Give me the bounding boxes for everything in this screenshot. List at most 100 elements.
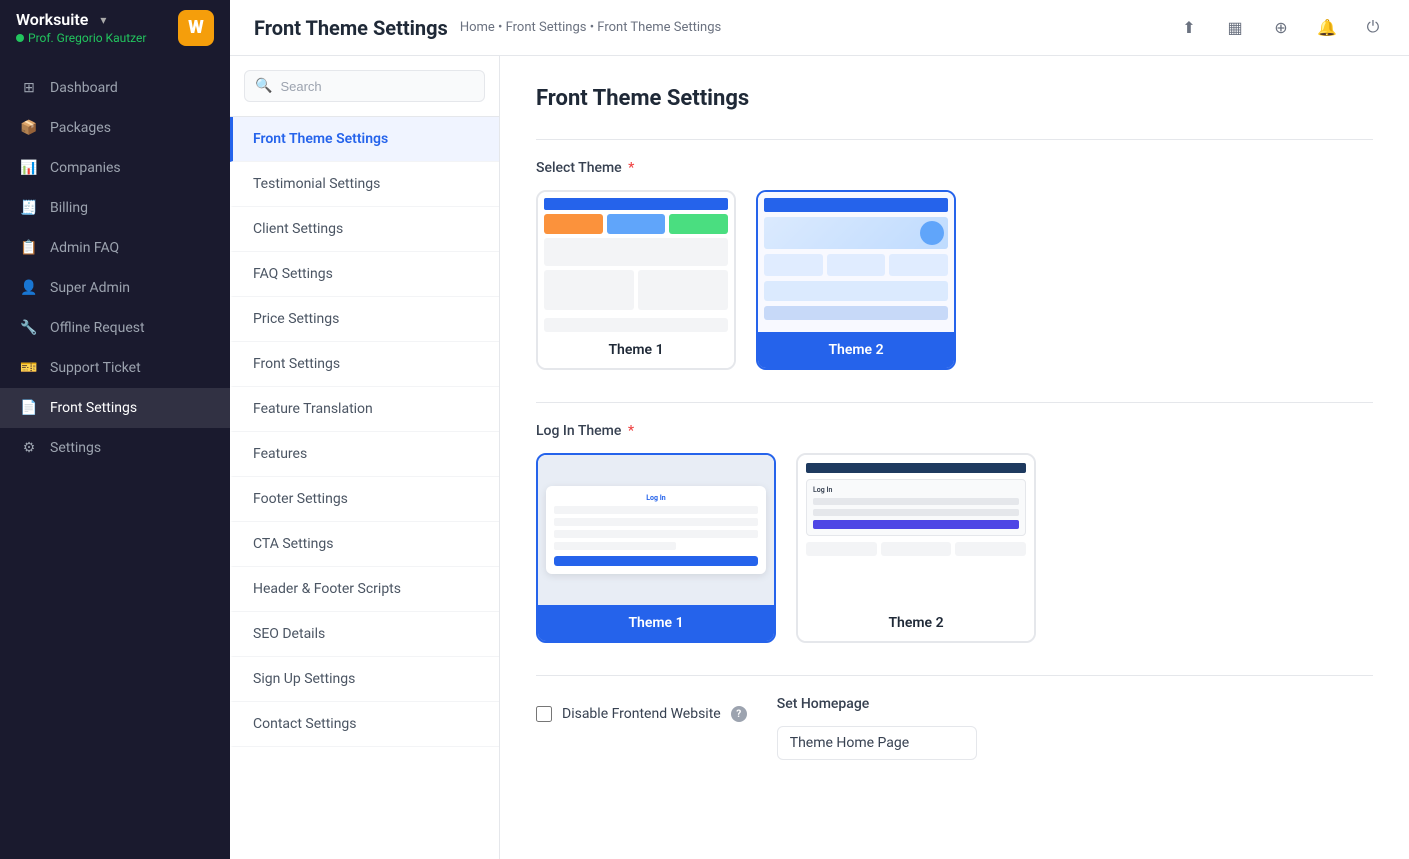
login-required-marker: * xyxy=(628,423,634,439)
brand-logo: W xyxy=(178,10,214,46)
sidebar-item-front-settings[interactable]: 📄 Front Settings xyxy=(0,388,230,428)
sidebar-label-support-ticket: Support Ticket xyxy=(50,360,141,376)
sidebar-label-offline-request: Offline Request xyxy=(50,320,145,336)
dashboard-icon: ⊞ xyxy=(20,79,38,97)
content-area: Front Theme Settings Select Theme * xyxy=(500,56,1409,859)
content-inner: Front Theme Settings Select Theme * xyxy=(500,56,1409,790)
theme1-label: Theme 1 xyxy=(538,332,734,368)
sidebar-item-billing[interactable]: 🧾 Billing xyxy=(0,188,230,228)
search-input-wrap[interactable]: 🔍 xyxy=(244,70,485,102)
set-homepage-label: Set Homepage xyxy=(777,696,977,712)
sub-nav-testimonial-settings[interactable]: Testimonial Settings xyxy=(230,162,499,207)
login-theme-label: Log In Theme * xyxy=(536,423,1373,439)
sidebar: ⊞ Dashboard 📦 Packages 📊 Companies 🧾 Bil… xyxy=(0,56,230,859)
login-theme2-label: Theme 2 xyxy=(798,605,1034,641)
sidebar-label-settings: Settings xyxy=(50,440,101,456)
login-theme1-label: Theme 1 xyxy=(538,605,774,641)
homepage-dropdown[interactable]: Theme Home Page xyxy=(777,726,977,760)
sidebar-label-admin-faq: Admin FAQ xyxy=(50,240,119,256)
disable-section: Disable Frontend Website ? xyxy=(536,706,747,722)
sub-nav-seo-details[interactable]: SEO Details xyxy=(230,612,499,657)
user-online-dot xyxy=(16,34,24,42)
super-admin-icon: 👤 xyxy=(20,279,38,297)
sub-nav: 🔍 Front Theme Settings Testimonial Setti… xyxy=(230,56,500,859)
set-homepage-grid: Disable Frontend Website ? Set Homepage … xyxy=(536,696,1373,760)
search-icon: 🔍 xyxy=(255,78,272,94)
sub-nav-sign-up-settings[interactable]: Sign Up Settings xyxy=(230,657,499,702)
admin-faq-icon: 📋 xyxy=(20,239,38,257)
brand-name: Worksuite xyxy=(16,10,88,29)
sidebar-item-companies[interactable]: 📊 Companies xyxy=(0,148,230,188)
disable-frontend-checkbox[interactable] xyxy=(536,706,552,722)
theme1-preview xyxy=(538,192,734,332)
disable-frontend-label: Disable Frontend Website xyxy=(562,706,721,722)
top-header: Worksuite ▾ Prof. Gregorio Kautzer W Fro… xyxy=(0,0,1409,56)
header-actions: ⬆ ▦ ⊕ 🔔 ⏻ xyxy=(1173,12,1389,44)
login-theme1-preview: Log In xyxy=(538,455,774,605)
sub-nav-feature-translation[interactable]: Feature Translation xyxy=(230,387,499,432)
main-layout: ⊞ Dashboard 📦 Packages 📊 Companies 🧾 Bil… xyxy=(0,56,1409,859)
grid-icon-btn[interactable]: ▦ xyxy=(1219,12,1251,44)
sidebar-item-super-admin[interactable]: 👤 Super Admin xyxy=(0,268,230,308)
header-page-title: Front Theme Settings xyxy=(254,16,448,40)
theme2-label: Theme 2 xyxy=(758,332,954,368)
billing-icon: 🧾 xyxy=(20,199,38,217)
bell-icon-btn[interactable]: 🔔 xyxy=(1311,12,1343,44)
settings-icon: ⚙ xyxy=(20,439,38,457)
sub-nav-footer-settings[interactable]: Footer Settings xyxy=(230,477,499,522)
theme2-preview xyxy=(758,192,954,332)
plus-icon-btn[interactable]: ⊕ xyxy=(1265,12,1297,44)
sidebar-label-companies: Companies xyxy=(50,160,121,176)
divider-login xyxy=(536,402,1373,403)
sub-nav-price-settings[interactable]: Price Settings xyxy=(230,297,499,342)
disable-frontend-area: Disable Frontend Website ? xyxy=(536,696,747,760)
sub-nav-header-footer-scripts[interactable]: Header & Footer Scripts xyxy=(230,567,499,612)
upload-icon-btn[interactable]: ⬆ xyxy=(1173,12,1205,44)
content-title: Front Theme Settings xyxy=(536,86,1373,111)
sidebar-item-support-ticket[interactable]: 🎫 Support Ticket xyxy=(0,348,230,388)
login-theme2-preview: Log In xyxy=(798,455,1034,605)
set-homepage-section: Disable Frontend Website ? Set Homepage … xyxy=(536,675,1373,760)
sidebar-label-billing: Billing xyxy=(50,200,88,216)
breadcrumb: Home • Front Settings • Front Theme Sett… xyxy=(460,20,721,35)
packages-icon: 📦 xyxy=(20,119,38,137)
right-panel: 🔍 Front Theme Settings Testimonial Setti… xyxy=(230,56,1409,859)
front-settings-icon: 📄 xyxy=(20,399,38,417)
set-homepage-area: Set Homepage Theme Home Page xyxy=(777,696,977,760)
required-marker: * xyxy=(628,160,634,176)
sub-nav-contact-settings[interactable]: Contact Settings xyxy=(230,702,499,747)
sub-nav-front-settings[interactable]: Front Settings xyxy=(230,342,499,387)
power-icon-btn[interactable]: ⏻ xyxy=(1357,12,1389,44)
support-ticket-icon: 🎫 xyxy=(20,359,38,377)
theme2-card[interactable]: Theme 2 xyxy=(756,190,956,370)
login-theme1-card[interactable]: Log In Theme 1 xyxy=(536,453,776,643)
sub-nav-faq-settings[interactable]: FAQ Settings xyxy=(230,252,499,297)
brand-chevron-icon: ▾ xyxy=(100,13,106,27)
user-name: Prof. Gregorio Kautzer xyxy=(28,31,146,45)
theme1-card[interactable]: Theme 1 xyxy=(536,190,736,370)
sidebar-item-settings[interactable]: ⚙ Settings xyxy=(0,428,230,468)
sidebar-label-packages: Packages xyxy=(50,120,111,136)
offline-request-icon: 🔧 xyxy=(20,319,38,337)
sidebar-item-offline-request[interactable]: 🔧 Offline Request xyxy=(0,308,230,348)
sub-nav-front-theme-settings[interactable]: Front Theme Settings xyxy=(230,117,499,162)
sub-nav-features[interactable]: Features xyxy=(230,432,499,477)
header-title-area: Front Theme Settings Home • Front Settin… xyxy=(230,16,1173,40)
login-theme-grid: Log In Theme 1 xyxy=(536,453,1373,643)
sub-nav-client-settings[interactable]: Client Settings xyxy=(230,207,499,252)
companies-icon: 📊 xyxy=(20,159,38,177)
brand-user: Prof. Gregorio Kautzer xyxy=(16,31,146,45)
sidebar-item-admin-faq[interactable]: 📋 Admin FAQ xyxy=(0,228,230,268)
sub-nav-cta-settings[interactable]: CTA Settings xyxy=(230,522,499,567)
sidebar-item-dashboard[interactable]: ⊞ Dashboard xyxy=(0,68,230,108)
brand-area: Worksuite ▾ Prof. Gregorio Kautzer W xyxy=(0,0,230,56)
sidebar-item-packages[interactable]: 📦 Packages xyxy=(0,108,230,148)
divider-top xyxy=(536,139,1373,140)
sidebar-label-dashboard: Dashboard xyxy=(50,80,118,96)
login-theme2-card[interactable]: Log In xyxy=(796,453,1036,643)
help-icon[interactable]: ? xyxy=(731,706,747,722)
theme-grid: Theme 1 xyxy=(536,190,1373,370)
search-input[interactable] xyxy=(280,79,474,94)
select-theme-label: Select Theme * xyxy=(536,160,1373,176)
sidebar-label-super-admin: Super Admin xyxy=(50,280,130,296)
